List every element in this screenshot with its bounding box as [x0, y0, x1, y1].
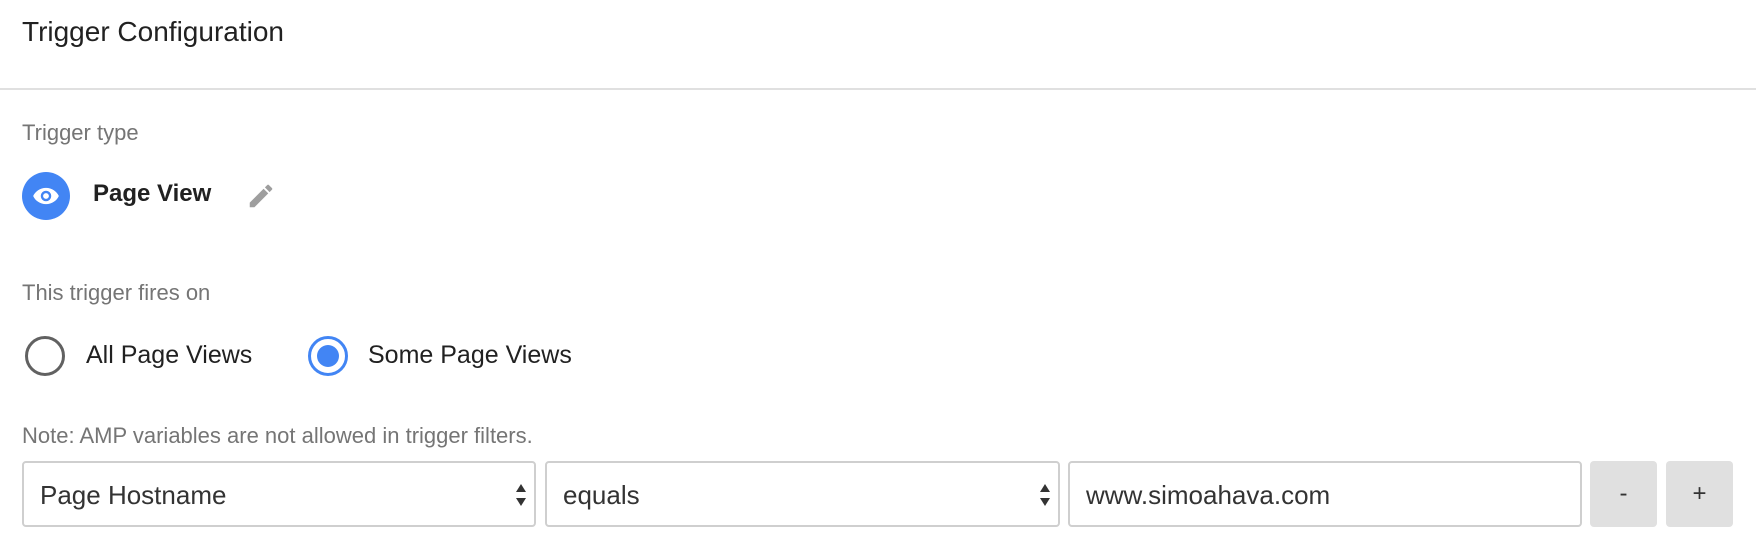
variable-select[interactable]: Page Hostname	[22, 461, 536, 527]
page-title: Trigger Configuration	[22, 16, 284, 47]
fires-on-label: This trigger fires on	[22, 280, 211, 305]
add-filter-button[interactable]: +	[1666, 461, 1733, 527]
radio-label-all-page-views[interactable]: All Page Views	[86, 341, 252, 370]
radio-label-some-page-views[interactable]: Some Page Views	[368, 341, 572, 370]
filter-value-text: www.simoahava.com	[1086, 480, 1331, 510]
select-arrows-icon	[516, 484, 526, 506]
trigger-type-name: Page View	[93, 180, 212, 207]
amp-note: Note: AMP variables are not allowed in t…	[22, 423, 533, 448]
eye-icon	[22, 172, 70, 220]
select-arrows-icon	[1040, 484, 1050, 506]
operator-select-value: equals	[563, 480, 640, 510]
radio-all-page-views[interactable]	[25, 336, 65, 376]
radio-selected-dot	[317, 345, 339, 367]
remove-filter-button[interactable]: -	[1590, 461, 1657, 527]
trigger-type-label: Trigger type	[22, 120, 139, 145]
operator-select[interactable]: equals	[545, 461, 1060, 527]
dialog-header: Trigger Configuration	[0, 0, 1756, 90]
radio-some-page-views[interactable]	[308, 336, 348, 376]
variable-select-value: Page Hostname	[40, 480, 227, 510]
filter-value-input[interactable]: www.simoahava.com	[1068, 461, 1582, 527]
pencil-icon[interactable]	[246, 181, 276, 211]
